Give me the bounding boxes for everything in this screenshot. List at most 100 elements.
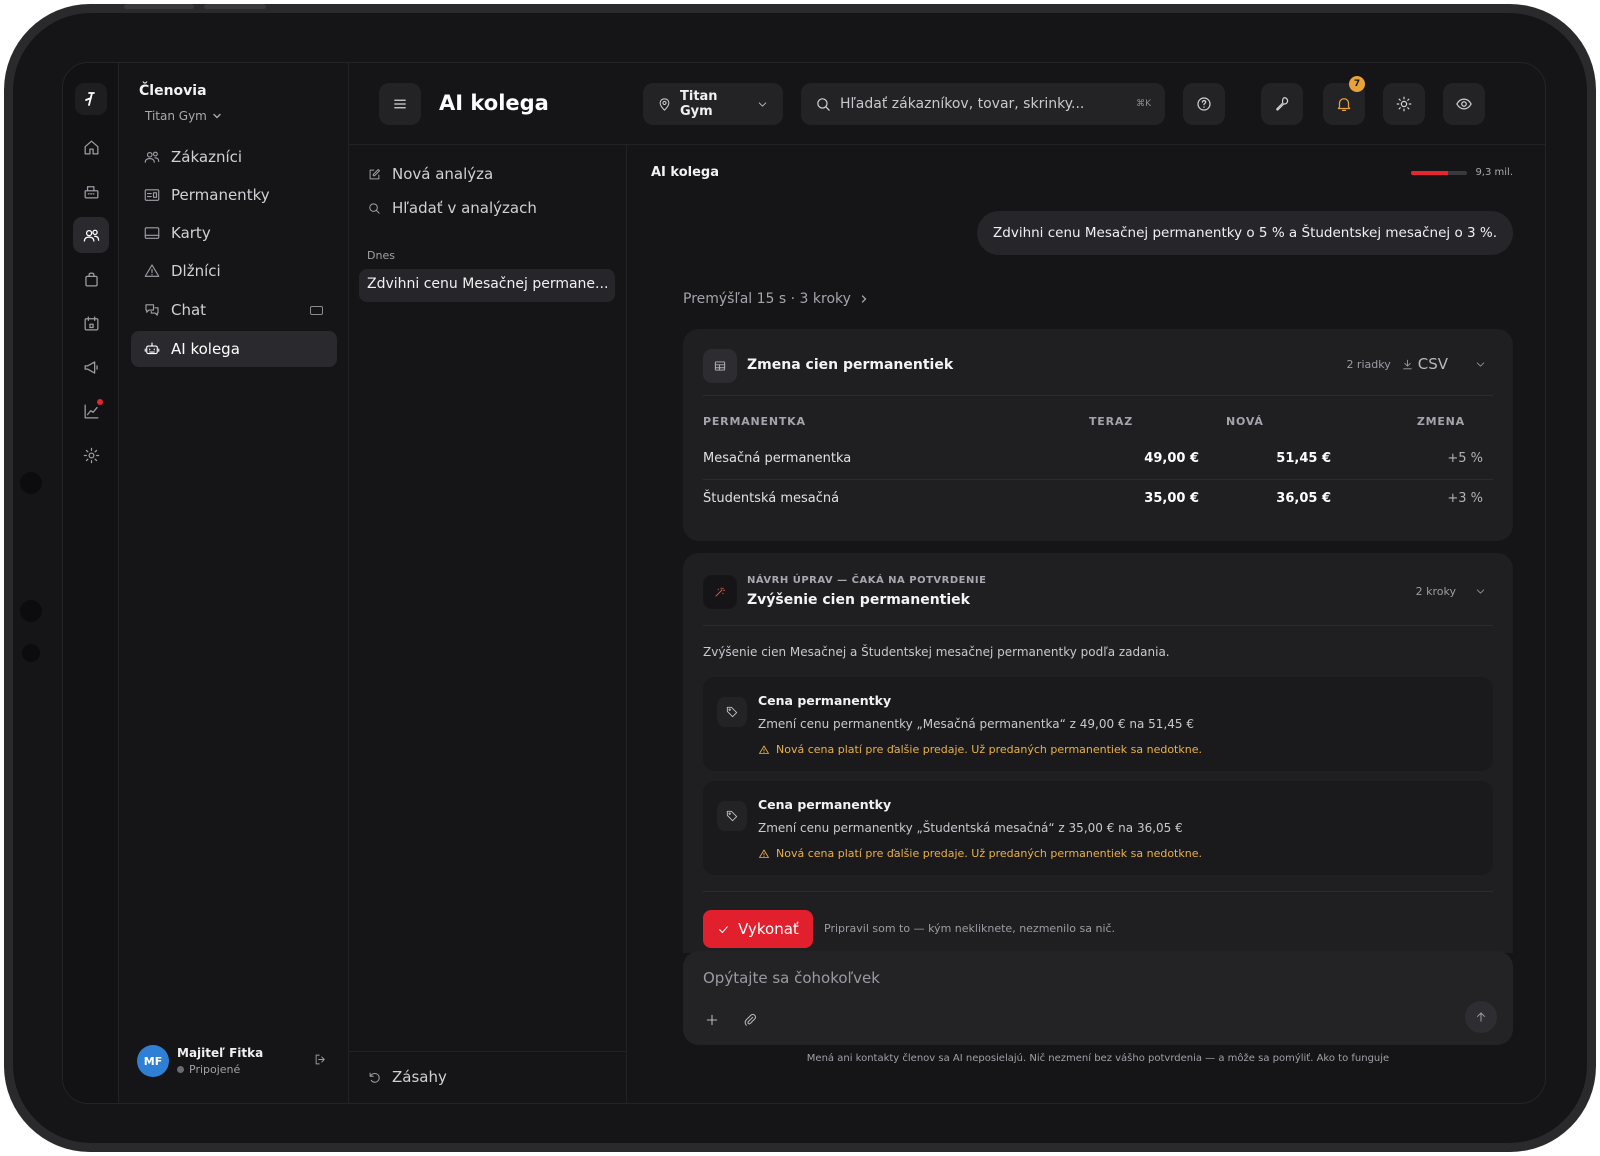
thinking-label: Premýšľal 15 s · 3 kroky <box>683 291 851 307</box>
chevron-down-icon[interactable] <box>1474 358 1487 371</box>
proposal-meta: 2 kroky <box>1416 585 1487 598</box>
users-icon <box>83 229 99 242</box>
attach-button[interactable] <box>739 1009 761 1031</box>
table-icon-box <box>703 349 737 383</box>
table-row: Študentská mesačná 35,00 € 36,05 € +3 % <box>703 479 1493 519</box>
warning-icon <box>759 745 769 754</box>
tag-icon <box>726 810 738 822</box>
help-button[interactable] <box>1183 83 1225 125</box>
membership-card-icon <box>144 189 160 201</box>
logo-icon <box>85 92 95 106</box>
sidebar-item-ai-colleague[interactable]: AI kolega <box>131 331 337 367</box>
sidebar-item-customers[interactable]: Zákazníci <box>131 139 337 175</box>
table-cell: 51,45 € <box>1276 451 1331 466</box>
message-input[interactable] <box>703 969 1303 987</box>
table-icon <box>714 361 726 371</box>
conversation-item[interactable]: Zdvihni cenu Mesačnej permane... <box>359 269 615 302</box>
notifications-button[interactable]: 7 <box>1323 76 1365 125</box>
price-change-table-card: Zmena cien permanentiek 2 riadky CSV PER… <box>683 329 1513 541</box>
divider <box>703 625 1493 626</box>
notification-count-badge: 7 <box>1349 76 1365 92</box>
rail-members[interactable] <box>73 217 109 253</box>
table-cell: Študentská mesačná <box>703 491 840 506</box>
add-button[interactable] <box>701 1009 723 1031</box>
app-logo[interactable] <box>75 83 107 115</box>
history-section-today: Dnes <box>367 249 395 262</box>
sidebar-item-memberships[interactable]: Permanentky <box>131 177 337 213</box>
change-warning: Nová cena platí pre ďalšie predaje. Už p… <box>758 743 1202 756</box>
table-cell: +3 % <box>1447 491 1483 506</box>
rail-settings[interactable] <box>73 437 109 473</box>
proposal-card: NÁVRH ÚPRAV — ČAKÁ NA POTVRDENIE Zvýšeni… <box>683 553 1513 953</box>
table-cell: 49,00 € <box>1144 451 1199 466</box>
csv-download-button[interactable]: CSV <box>1401 355 1448 373</box>
tools-button[interactable] <box>1261 83 1303 125</box>
undo-icon <box>369 1072 380 1083</box>
sensor-dot <box>22 644 40 662</box>
sidebar-item-label: Zákazníci <box>171 148 243 166</box>
chevron-down-icon[interactable] <box>1474 585 1487 598</box>
volume-button <box>204 4 266 9</box>
column-header: NOVÁ <box>1226 415 1264 428</box>
sidebar-item-debtors[interactable]: Dlžníci <box>131 253 337 289</box>
table-cell: Mesačná permanentka <box>703 451 852 466</box>
sidebar-item-chat[interactable]: Chat <box>131 292 337 328</box>
analysis-history: Nová analýza Hľadať v analýzach Dnes Zdv… <box>349 145 627 1103</box>
user-info: Majiteľ Fitka Pripojené <box>177 1046 263 1076</box>
app-screen: Členovia Titan Gym Zákazníci Permanentky… <box>62 62 1546 1104</box>
column-header: TERAZ <box>1089 415 1133 428</box>
home-icon <box>84 140 98 154</box>
check-icon <box>719 925 729 933</box>
rail-calendar[interactable] <box>73 305 109 341</box>
table-cell: +5 % <box>1447 451 1483 466</box>
gym-switcher[interactable]: Titan Gym <box>145 109 223 123</box>
arrow-up-icon <box>1477 1012 1485 1022</box>
shopping-bag-icon <box>84 272 98 286</box>
gym-select[interactable]: Titan Gym <box>643 83 783 125</box>
search-icon <box>817 97 830 111</box>
change-description: Zmení cenu permanentky „Študentská mesač… <box>758 821 1183 835</box>
rail-pos[interactable] <box>73 173 109 209</box>
tag-icon-box <box>717 697 747 727</box>
chat-panel: AI kolega 9,3 mil. Zdvihni cenu Mesačnej… <box>627 145 1545 1103</box>
global-search[interactable]: Hľadať zákazníkov, tovar, skrinky... ⌘K <box>801 83 1165 125</box>
icon-rail <box>63 63 119 1103</box>
tag-icon <box>726 706 738 718</box>
chevron-down-icon <box>213 113 221 119</box>
megaphone-icon <box>84 360 98 374</box>
sidebar-item-label: Karty <box>171 224 211 242</box>
table-cell: 35,00 € <box>1144 491 1199 506</box>
table-card-title: Zmena cien permanentiek <box>747 357 954 373</box>
sidebar-item-cards[interactable]: Karty <box>131 215 337 251</box>
rail-shop[interactable] <box>73 261 109 297</box>
rail-reports[interactable] <box>73 393 109 429</box>
proposal-description: Zvýšenie cien Mesačnej a Študentskej mes… <box>703 645 1170 659</box>
sidebar-item-label: Chat <box>171 301 207 319</box>
location-pin-icon <box>659 97 670 111</box>
history-footer: Zásahy <box>349 1051 626 1103</box>
theme-toggle-button[interactable] <box>1383 83 1425 125</box>
change-title: Cena permanentky <box>758 797 892 812</box>
warning-icon <box>759 849 769 858</box>
logout-button[interactable] <box>313 1052 328 1071</box>
magic-wand-icon <box>715 587 726 597</box>
help-icon <box>1197 97 1211 111</box>
cash-register-icon <box>84 185 98 198</box>
chat-badge-icon <box>310 305 323 315</box>
execute-button[interactable]: Vykonať <box>703 910 813 948</box>
user-profile[interactable]: MF Majiteľ Fitka Pripojené <box>137 1043 336 1079</box>
menu-button[interactable] <box>379 83 421 125</box>
interventions-button[interactable]: Zásahy <box>367 1068 447 1086</box>
rail-home[interactable] <box>73 129 109 165</box>
privacy-toggle-button[interactable] <box>1443 83 1485 125</box>
top-header: AI kolega Titan Gym Hľadať zákazníkov, t… <box>349 63 1545 145</box>
rail-campaigns[interactable] <box>73 349 109 385</box>
search-analyses-button[interactable]: Hľadať v analýzach <box>367 199 537 217</box>
ai-disclaimer: Mená ani kontakty členov sa AI neposiela… <box>806 1053 1390 1064</box>
send-button[interactable] <box>1465 1001 1497 1033</box>
thinking-toggle[interactable]: Premýšľal 15 s · 3 kroky <box>683 291 869 307</box>
chat-title: AI kolega <box>651 165 720 180</box>
column-header: ZMENA <box>1416 415 1465 428</box>
card-icon <box>144 227 160 239</box>
new-analysis-button[interactable]: Nová analýza <box>367 165 493 183</box>
